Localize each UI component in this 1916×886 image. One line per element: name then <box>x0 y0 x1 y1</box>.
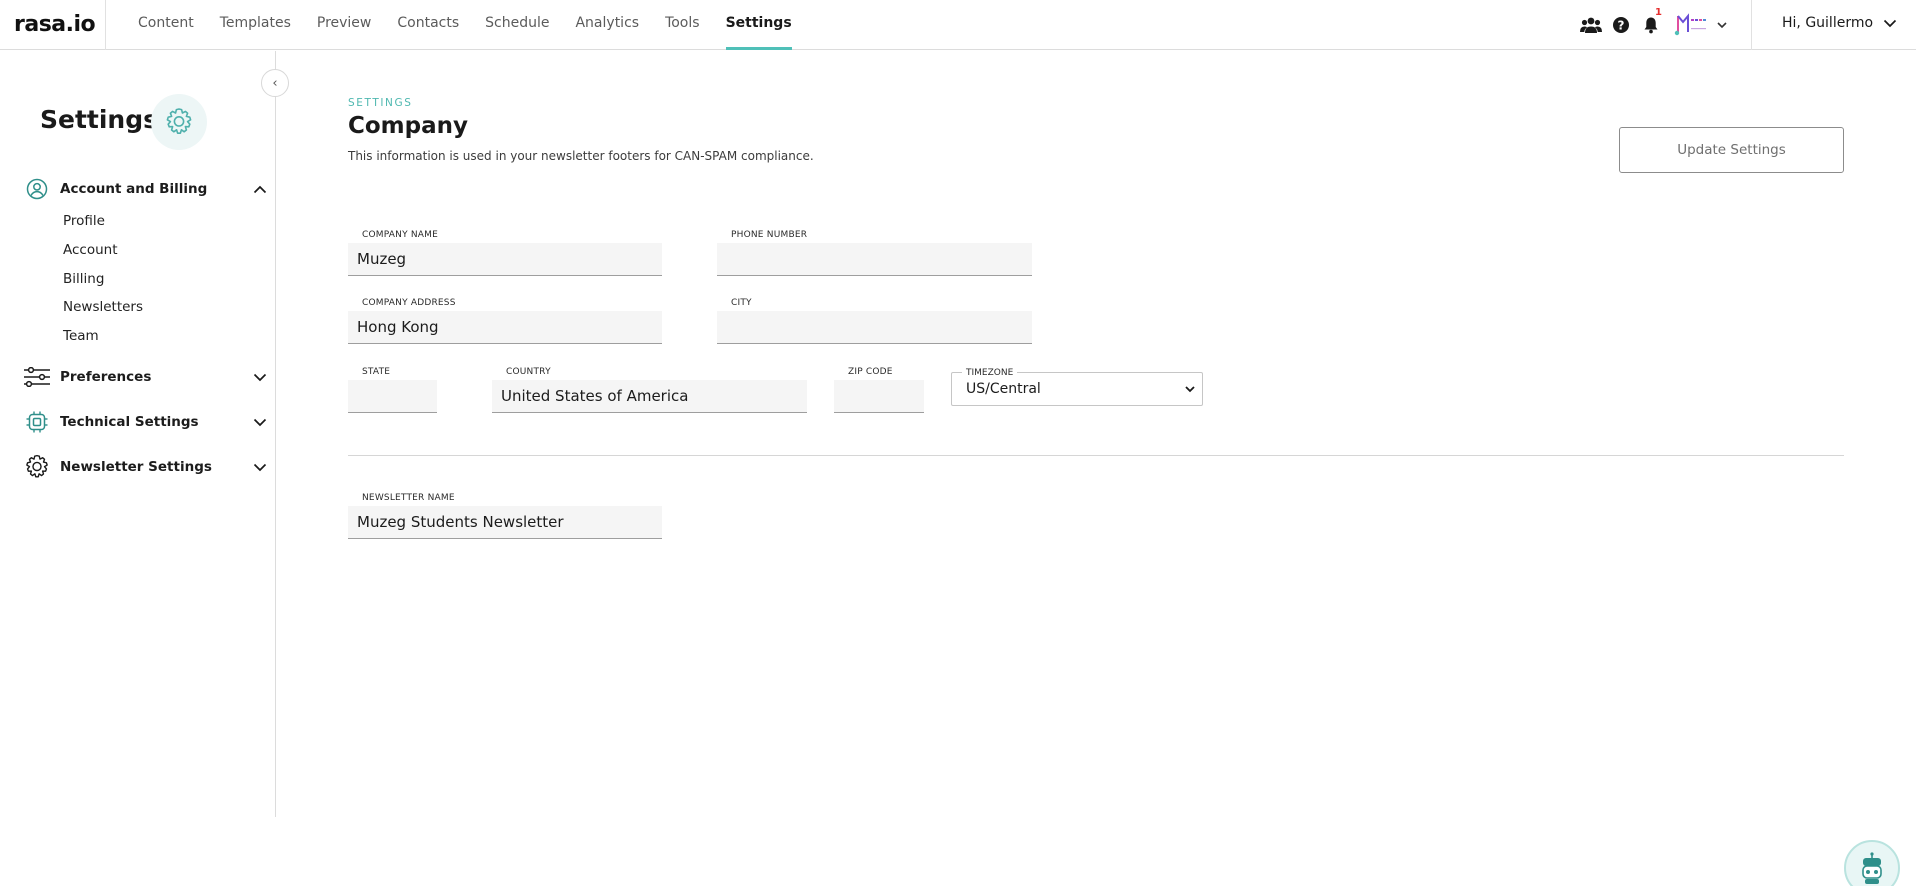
newsletter-name-input[interactable] <box>348 506 662 539</box>
nav-contacts[interactable]: Contacts <box>384 0 472 50</box>
collapse-sidebar-button[interactable]: ‹ <box>261 69 289 97</box>
page-eyebrow: SETTINGS <box>348 97 413 109</box>
field-label: NEWSLETTER NAME <box>362 493 455 503</box>
sidebar-section-label: Newsletter Settings <box>60 459 212 475</box>
company-address-input[interactable] <box>348 311 662 344</box>
nav-content[interactable]: Content <box>125 0 207 50</box>
logo-divider <box>105 0 106 50</box>
nav-settings[interactable]: Settings <box>713 0 805 50</box>
state-input[interactable] <box>348 380 437 413</box>
chevron-down-icon <box>250 457 270 477</box>
page-subtitle: This information is used in your newslet… <box>348 149 814 163</box>
chevron-down-icon <box>1717 22 1727 29</box>
zip-code-input[interactable] <box>834 380 924 413</box>
field-label: PHONE NUMBER <box>731 230 808 240</box>
sidebar-item-billing[interactable]: Billing <box>63 271 104 287</box>
sidebar-item-account[interactable]: Account <box>63 242 118 258</box>
city-input[interactable] <box>717 311 1032 344</box>
field-label: COMPANY NAME <box>362 230 438 240</box>
section-divider <box>348 455 1844 456</box>
nav-templates[interactable]: Templates <box>207 0 304 50</box>
top-divider <box>1751 0 1752 50</box>
sidebar-item-profile[interactable]: Profile <box>63 213 105 229</box>
sidebar-item-newsletters[interactable]: Newsletters <box>63 299 143 315</box>
sidebar-section-technical-settings[interactable]: Technical Settings <box>22 407 270 437</box>
update-settings-button[interactable]: Update Settings <box>1619 127 1844 173</box>
sidebar-title: Settings <box>40 105 159 134</box>
notifications-bell-icon[interactable]: 1 <box>1640 7 1662 36</box>
team-icon[interactable] <box>1580 14 1602 36</box>
chevron-down-icon <box>250 367 270 387</box>
settings-gear-icon <box>151 94 207 150</box>
chevron-down-icon <box>1185 386 1195 393</box>
field-label: TIMEZONE <box>962 368 1018 378</box>
chip-icon <box>22 407 52 437</box>
sliders-icon <box>22 362 52 392</box>
svg-text:?: ? <box>1618 18 1625 32</box>
field-label: CITY <box>731 298 752 308</box>
sidebar-section-label: Technical Settings <box>60 414 199 430</box>
nav-tools[interactable]: Tools <box>652 0 713 50</box>
top-icons: ? 1 <box>1580 7 1728 38</box>
chevron-down-icon <box>1883 19 1897 27</box>
timezone-selected-value: US/Central <box>966 381 1041 397</box>
chevron-up-icon <box>250 179 270 199</box>
user-greeting: Hi, Guillermo <box>1782 15 1874 31</box>
page-title: Company <box>348 113 468 139</box>
country-input[interactable] <box>492 380 807 413</box>
field-label: COMPANY ADDRESS <box>362 298 456 308</box>
sidebar-item-team[interactable]: Team <box>63 328 99 344</box>
phone-number-input[interactable] <box>717 243 1032 276</box>
field-label: ZIP CODE <box>848 367 893 377</box>
chevron-down-icon <box>250 412 270 432</box>
field-label: STATE <box>362 367 391 377</box>
brand-switcher[interactable] <box>1674 13 1728 37</box>
notification-count-badge: 1 <box>1655 7 1662 18</box>
user-menu[interactable]: Hi, Guillermo <box>1782 15 1897 31</box>
main-nav: Content Templates Preview Contacts Sched… <box>125 0 805 50</box>
help-bot-button[interactable] <box>1844 840 1900 886</box>
rasa-logo[interactable]: rasa.io <box>14 12 96 37</box>
nav-preview[interactable]: Preview <box>304 0 385 50</box>
gear-icon <box>22 452 52 482</box>
nav-analytics[interactable]: Analytics <box>562 0 652 50</box>
sidebar-section-account-billing[interactable]: Account and Billing <box>22 174 270 204</box>
nav-schedule[interactable]: Schedule <box>472 0 562 50</box>
field-label: COUNTRY <box>506 367 551 377</box>
sidebar-section-label: Account and Billing <box>60 181 208 197</box>
help-icon[interactable]: ? <box>1610 14 1632 36</box>
sidebar-section-newsletter-settings[interactable]: Newsletter Settings <box>22 452 270 482</box>
company-name-input[interactable] <box>348 243 662 276</box>
top-navigation-bar: rasa.io Content Templates Preview Contac… <box>0 0 1916 50</box>
robot-icon <box>1862 852 1882 884</box>
muzeg-logo-icon <box>1674 13 1712 37</box>
account-circle-icon <box>22 174 52 204</box>
sidebar-section-label: Preferences <box>60 369 152 385</box>
sidebar-section-preferences[interactable]: Preferences <box>22 362 270 392</box>
